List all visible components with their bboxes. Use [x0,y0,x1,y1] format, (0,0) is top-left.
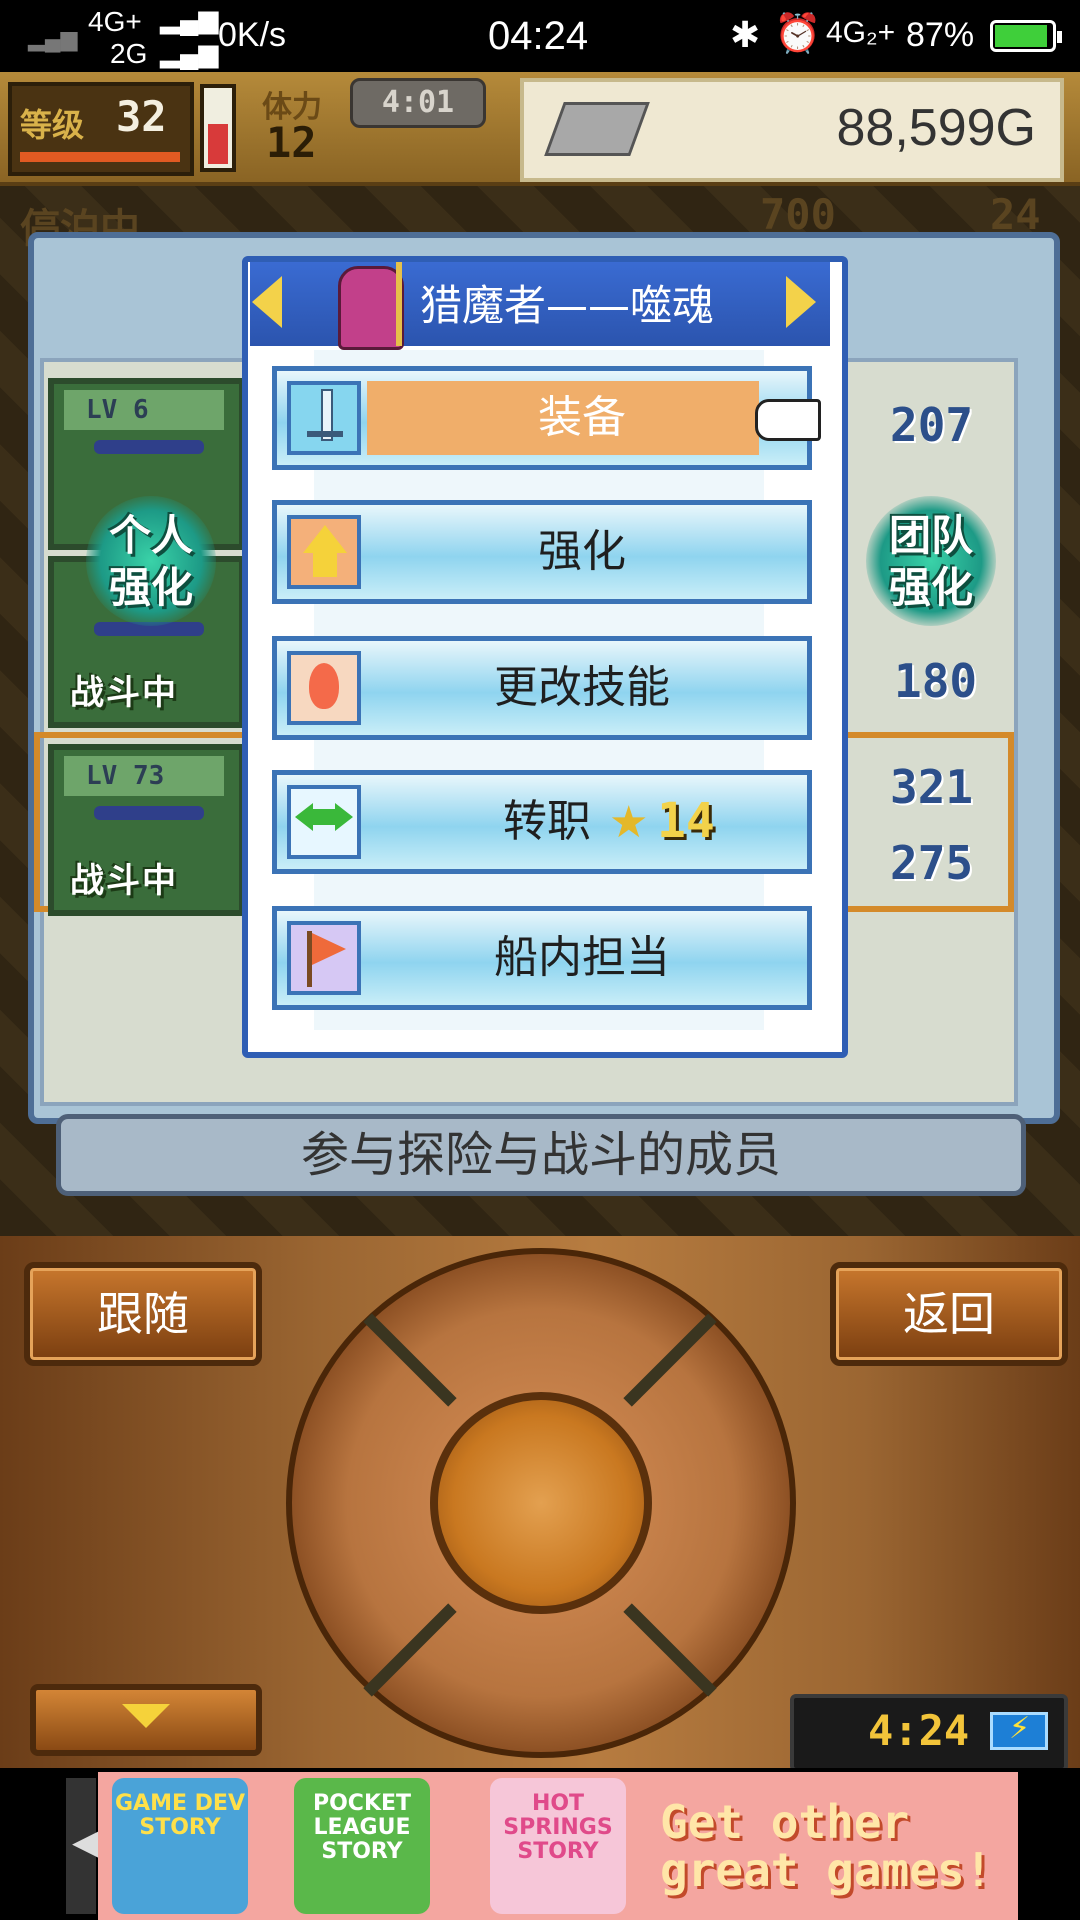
bluetooth-icon: ✱ [730,14,761,55]
member-caption: 参与探险与战斗的成员 [56,1114,1026,1196]
ad-game-dev-story[interactable]: GAME DEV STORY [112,1778,248,1914]
personal-enhance-label-1: 个人 [108,511,193,560]
back-button[interactable]: 返回 [830,1262,1068,1366]
member-level: LV 6 [64,390,224,430]
member-status: 战斗中 [70,861,178,901]
enhance-label: 强化 [538,526,626,577]
class-change-cost: 14 [657,793,715,849]
game-hud: 等级 32 体力 12 4:01 88,599G [0,72,1080,186]
ship-duty-label: 船内担当 [494,932,670,983]
gold-panel: 88,599G [520,78,1064,182]
member-hp-bar [94,806,204,820]
level-panel: 等级 32 [8,82,194,176]
sword-icon [287,381,361,455]
stamina-timer: 4:01 [350,78,486,128]
up-arrow-icon [287,515,361,589]
team-enhance-label-2: 强化 [888,563,973,612]
equip-label: 装备 [538,392,626,443]
member-stat: 321 [890,760,974,814]
member-stat: 207 [890,398,974,452]
team-enhance-button[interactable]: 团队 强化 [866,496,996,626]
flag-icon [287,921,361,995]
ad-hot-springs-story[interactable]: HOT SPRINGS STORY [490,1778,626,1914]
member-status: 战斗中 [70,673,178,713]
pointing-hand-icon [755,399,821,441]
stamina-value: 12 [266,118,317,167]
character-name: 猎魔者——噬魂 [420,281,715,330]
ad-tagline[interactable]: Get other great games! [660,1798,1010,1894]
swap-arrows-icon [287,785,361,859]
dpad-center-button[interactable] [430,1392,652,1614]
battery-icon [990,20,1062,52]
clock-time: 04:24 [488,14,589,58]
battery-percent: 87% [906,16,975,54]
member-level: LV 73 [64,756,224,796]
member-hp-bar [94,440,204,454]
level-label: 等级 [20,106,85,144]
signal-icon-2: ▂▄▆ [160,38,219,68]
equip-button[interactable]: 装备 [272,366,821,470]
stamina-gauge [200,84,236,172]
network-speed: 0K/s [218,16,287,54]
chevron-down-icon [122,1704,170,1728]
character-staff-icon [396,262,402,346]
member-stat: 275 [890,836,974,890]
alarm-icon: ⏰ [774,13,822,55]
enhance-button[interactable]: 强化 [272,500,812,604]
prev-character-arrow-icon[interactable] [252,276,282,328]
ship-duty-button[interactable]: 船内担当 [272,906,812,1010]
game-clock-time: 4:24 [868,1706,970,1755]
ad-scroll-left[interactable]: ◀ [66,1778,100,1914]
network-right: 4G₂+ [826,16,896,49]
game-clock: 4:24 ⚡ [790,1694,1068,1772]
next-character-arrow-icon[interactable] [786,276,816,328]
class-change-button[interactable]: 转职 ★ 14 [272,770,812,874]
signal-weak-icon: ▂▄▆ [28,26,78,51]
battery-charging-icon: ⚡ [990,1711,1048,1750]
exp-bar [20,152,180,162]
network-2: 2G [110,38,148,69]
personal-enhance-label-2: 强化 [108,563,193,612]
character-avatar [338,266,404,350]
gold-amount: 88,599G [836,99,1037,157]
member-stat: 180 [894,654,978,708]
status-bar: ▂▄▆ 4G+ ▂▄▆ 2G ▂▄▆ 0K/s 04:24 ✱ ⏰ 4G₂+ 8… [0,0,1080,72]
team-enhance-label-1: 团队 [888,511,973,560]
signal-icon: ▂▄▆ [160,4,219,34]
star-icon: ★ [609,797,649,848]
gold-bar-icon [544,102,650,156]
chevron-left-icon: ◀ [72,1822,100,1863]
personal-enhance-button[interactable]: 个人 强化 [86,496,216,626]
member-card[interactable]: LV 73 战斗中 [48,744,245,916]
collapse-button[interactable] [30,1684,262,1756]
follow-button[interactable]: 跟随 [24,1262,262,1366]
flame-icon [287,651,361,725]
network-1: 4G+ [88,6,142,37]
ad-pocket-league-story[interactable]: POCKET LEAGUE STORY [294,1778,430,1914]
level-value: 32 [116,92,167,141]
change-skill-button[interactable]: 更改技能 [272,636,812,740]
change-skill-label: 更改技能 [494,662,670,713]
